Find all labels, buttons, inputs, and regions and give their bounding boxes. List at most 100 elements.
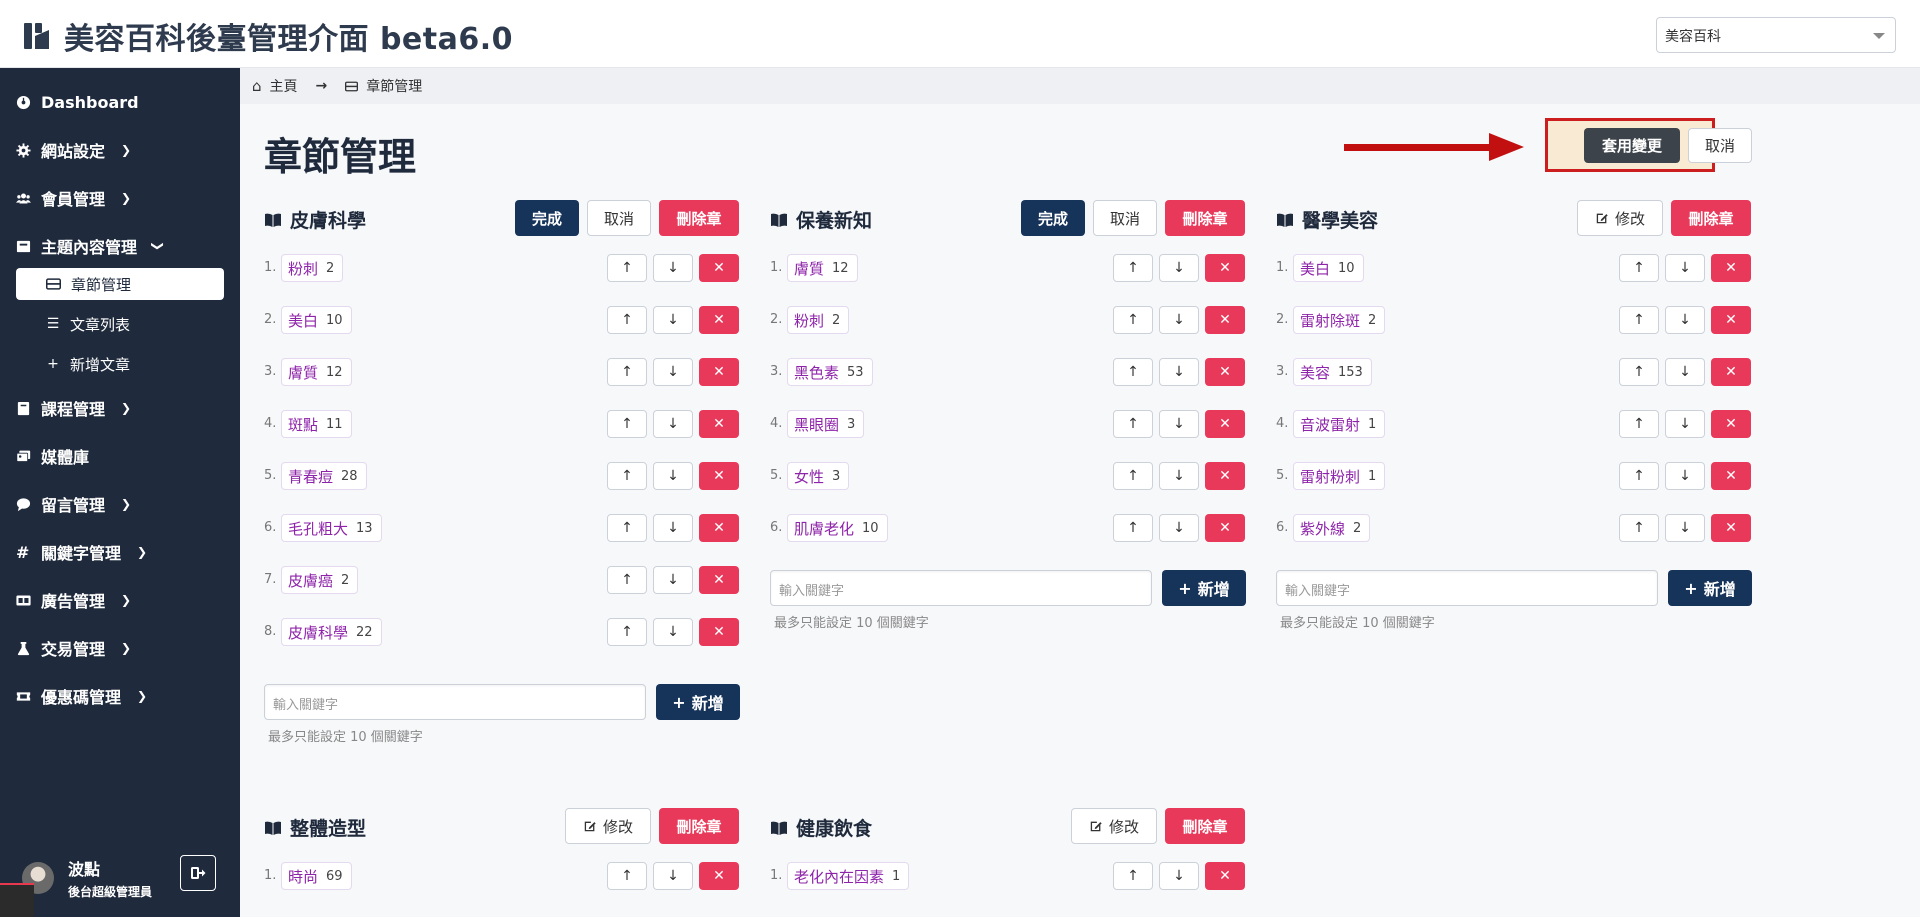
done-button[interactable]: 完成 <box>1021 200 1085 236</box>
move-down-button[interactable]: ↓ <box>653 566 693 594</box>
keyword-tag[interactable]: 紫外線 2 <box>1293 514 1371 542</box>
sidebar-item-site-settings[interactable]: 網站設定 ❯ <box>16 138 131 162</box>
move-up-button[interactable]: ↑ <box>607 462 647 490</box>
move-down-button[interactable]: ↓ <box>653 306 693 334</box>
sidebar-item-coupons[interactable]: 優惠碼管理 ❯ <box>16 684 147 708</box>
remove-keyword-button[interactable]: ✕ <box>1205 254 1245 282</box>
keyword-tag[interactable]: 青春痘 28 <box>281 462 367 490</box>
move-down-button[interactable]: ↓ <box>1159 410 1199 438</box>
keyword-tag[interactable]: 老化內在因素 1 <box>787 862 910 890</box>
keyword-tag[interactable]: 黑眼圈 3 <box>787 410 865 438</box>
move-down-button[interactable]: ↓ <box>1159 254 1199 282</box>
sidebar-subitem-chapters[interactable]: 章節管理 <box>16 268 224 300</box>
done-button[interactable]: 完成 <box>515 200 579 236</box>
move-up-button[interactable]: ↑ <box>607 618 647 646</box>
remove-keyword-button[interactable]: ✕ <box>699 254 739 282</box>
keyword-tag[interactable]: 女性 3 <box>787 462 850 490</box>
move-up-button[interactable]: ↑ <box>607 566 647 594</box>
keyword-tag[interactable]: 斑點 11 <box>281 410 352 438</box>
move-down-button[interactable]: ↓ <box>1159 514 1199 542</box>
remove-keyword-button[interactable]: ✕ <box>1711 254 1751 282</box>
move-up-button[interactable]: ↑ <box>1619 514 1659 542</box>
move-up-button[interactable]: ↑ <box>1113 358 1153 386</box>
edit-button[interactable]: 修改 <box>565 808 651 844</box>
move-down-button[interactable]: ↓ <box>653 462 693 490</box>
cancel-button[interactable]: 取消 <box>587 200 651 236</box>
move-up-button[interactable]: ↑ <box>607 358 647 386</box>
sidebar-item-courses[interactable]: 課程管理 ❯ <box>16 396 131 420</box>
move-down-button[interactable]: ↓ <box>653 410 693 438</box>
keyword-tag[interactable]: 美白 10 <box>281 306 352 334</box>
edit-button[interactable]: 修改 <box>1071 808 1157 844</box>
keyword-tag[interactable]: 時尚 69 <box>281 862 352 890</box>
delete-chapter-button[interactable]: 刪除章 <box>659 200 739 236</box>
delete-chapter-button[interactable]: 刪除章 <box>1165 200 1245 236</box>
remove-keyword-button[interactable]: ✕ <box>1711 306 1751 334</box>
sidebar-item-comments[interactable]: 留言管理 ❯ <box>16 492 131 516</box>
move-down-button[interactable]: ↓ <box>1665 462 1705 490</box>
remove-keyword-button[interactable]: ✕ <box>1205 306 1245 334</box>
keyword-tag[interactable]: 粉刺 2 <box>787 306 850 334</box>
remove-keyword-button[interactable]: ✕ <box>699 462 739 490</box>
cancel-changes-button[interactable]: 取消 <box>1688 128 1752 163</box>
move-up-button[interactable]: ↑ <box>1113 306 1153 334</box>
remove-keyword-button[interactable]: ✕ <box>1711 462 1751 490</box>
delete-chapter-button[interactable]: 刪除章 <box>659 808 739 844</box>
add-keyword-button[interactable]: + 新增 <box>1668 570 1752 606</box>
remove-keyword-button[interactable]: ✕ <box>1205 462 1245 490</box>
remove-keyword-button[interactable]: ✕ <box>1205 358 1245 386</box>
move-up-button[interactable]: ↑ <box>607 306 647 334</box>
sidebar-subitem-articles[interactable]: ☰ 文章列表 <box>16 308 224 340</box>
move-down-button[interactable]: ↓ <box>653 862 693 890</box>
move-up-button[interactable]: ↑ <box>1619 410 1659 438</box>
move-down-button[interactable]: ↓ <box>1665 514 1705 542</box>
keyword-tag[interactable]: 皮膚科學 22 <box>281 618 382 646</box>
delete-chapter-button[interactable]: 刪除章 <box>1165 808 1245 844</box>
move-down-button[interactable]: ↓ <box>1665 358 1705 386</box>
sidebar-item-members[interactable]: 會員管理 ❯ <box>16 186 131 210</box>
keyword-input[interactable]: 輸入關鍵字 <box>770 570 1152 606</box>
move-up-button[interactable]: ↑ <box>607 410 647 438</box>
breadcrumb-home[interactable]: 主頁 <box>270 76 298 96</box>
remove-keyword-button[interactable]: ✕ <box>699 410 739 438</box>
remove-keyword-button[interactable]: ✕ <box>699 862 739 890</box>
move-down-button[interactable]: ↓ <box>1159 862 1199 890</box>
move-up-button[interactable]: ↑ <box>1113 514 1153 542</box>
add-keyword-button[interactable]: + 新增 <box>656 684 740 720</box>
keyword-tag[interactable]: 膚質 12 <box>281 358 352 386</box>
remove-keyword-button[interactable]: ✕ <box>1205 514 1245 542</box>
move-down-button[interactable]: ↓ <box>1159 462 1199 490</box>
add-keyword-button[interactable]: + 新增 <box>1162 570 1246 606</box>
keyword-tag[interactable]: 黑色素 53 <box>787 358 873 386</box>
move-up-button[interactable]: ↑ <box>1619 254 1659 282</box>
remove-keyword-button[interactable]: ✕ <box>699 514 739 542</box>
remove-keyword-button[interactable]: ✕ <box>1205 862 1245 890</box>
move-down-button[interactable]: ↓ <box>653 358 693 386</box>
keyword-input[interactable]: 輸入關鍵字 <box>264 684 646 720</box>
sidebar-item-keywords[interactable]: # 關鍵字管理 ❯ <box>16 540 147 564</box>
sidebar-subitem-new-article[interactable]: + 新增文章 <box>16 348 224 380</box>
remove-keyword-button[interactable]: ✕ <box>1711 514 1751 542</box>
keyword-tag[interactable]: 美白 10 <box>1293 254 1364 282</box>
sidebar-item-dashboard[interactable]: Dashboard <box>16 90 139 114</box>
move-down-button[interactable]: ↓ <box>1665 254 1705 282</box>
keyword-input[interactable]: 輸入關鍵字 <box>1276 570 1658 606</box>
remove-keyword-button[interactable]: ✕ <box>699 566 739 594</box>
keyword-tag[interactable]: 雷射除斑 2 <box>1293 306 1386 334</box>
move-down-button[interactable]: ↓ <box>653 254 693 282</box>
move-up-button[interactable]: ↑ <box>1619 306 1659 334</box>
move-up-button[interactable]: ↑ <box>607 514 647 542</box>
edit-button[interactable]: 修改 <box>1577 200 1663 236</box>
move-up-button[interactable]: ↑ <box>607 862 647 890</box>
move-down-button[interactable]: ↓ <box>1665 306 1705 334</box>
site-select[interactable]: 美容百科 <box>1656 17 1896 53</box>
move-down-button[interactable]: ↓ <box>1159 358 1199 386</box>
sidebar-item-transactions[interactable]: 交易管理 ❯ <box>16 636 131 660</box>
move-down-button[interactable]: ↓ <box>1159 306 1199 334</box>
move-up-button[interactable]: ↑ <box>607 254 647 282</box>
remove-keyword-button[interactable]: ✕ <box>1711 410 1751 438</box>
remove-keyword-button[interactable]: ✕ <box>699 358 739 386</box>
remove-keyword-button[interactable]: ✕ <box>1205 410 1245 438</box>
keyword-tag[interactable]: 音波雷射 1 <box>1293 410 1386 438</box>
keyword-tag[interactable]: 膚質 12 <box>787 254 858 282</box>
